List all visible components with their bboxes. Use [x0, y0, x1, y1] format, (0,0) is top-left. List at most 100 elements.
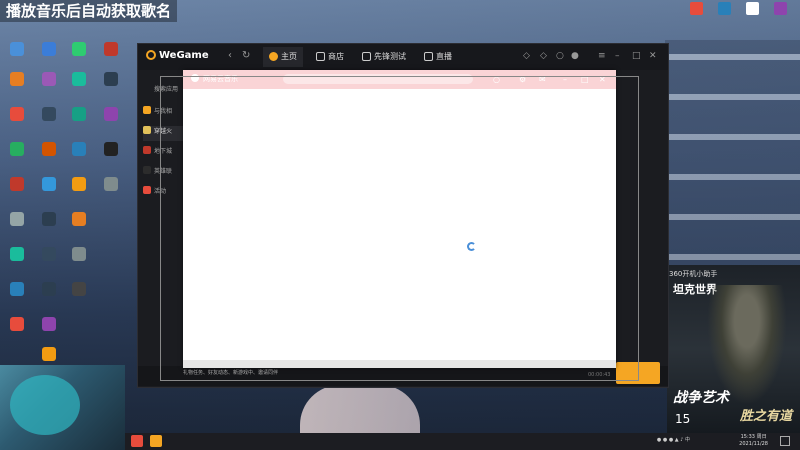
maximize-icon[interactable]: □ — [581, 70, 589, 89]
system-tray[interactable]: ● ● ● ▲ ♪ 中 — [657, 436, 690, 443]
clock-date: 2021/11/28 — [739, 441, 768, 447]
desktop-icon[interactable] — [66, 72, 92, 88]
start-game-button[interactable] — [616, 362, 660, 384]
tab-label: 直播 — [436, 52, 452, 61]
desktop-icon[interactable] — [66, 107, 92, 123]
ad-title: 战争艺术 — [673, 390, 729, 406]
refresh-icon[interactable]: ↻ — [242, 50, 250, 61]
desktop-icon[interactable] — [718, 2, 731, 15]
desktop-icons — [0, 22, 130, 362]
desktop-icon[interactable] — [4, 142, 30, 158]
mail-icon[interactable]: ✉ — [539, 70, 546, 89]
wallpaper-building — [665, 40, 800, 270]
desktop-icon[interactable] — [66, 142, 92, 158]
ad-popup[interactable]: 360开机小助手 坦克世界 战争艺术 15 胜之有道 — [667, 265, 800, 433]
desktop-icon[interactable] — [36, 142, 62, 158]
app-icon — [143, 146, 151, 154]
desktop-icon[interactable] — [36, 282, 62, 298]
tab-store[interactable]: 商店 — [310, 47, 350, 67]
sidebar-item[interactable]: 英雄联 — [143, 166, 183, 181]
desktop-icon[interactable] — [774, 2, 787, 15]
desktop-icon[interactable] — [36, 177, 62, 193]
sidebar-item[interactable]: 活动 — [143, 186, 183, 201]
user-icon[interactable]: ○ — [556, 51, 564, 61]
desktop-icon[interactable] — [36, 42, 62, 58]
desktop-icon[interactable] — [36, 212, 62, 228]
wegame-status-text: 礼物任务、好友动态、新游戏中、邀请同伴 — [183, 368, 616, 378]
tab-beta[interactable]: 先锋测试 — [356, 47, 412, 67]
desktop-icon[interactable] — [98, 72, 124, 88]
music-app-title: 网易云音乐 — [203, 75, 238, 83]
settings-icon[interactable]: ⚙ — [519, 70, 526, 89]
desktop-icon[interactable] — [4, 177, 30, 193]
desktop-icon[interactable] — [98, 107, 124, 123]
sidebar-item[interactable]: 穿越火 — [143, 126, 183, 141]
avatar[interactable]: ● — [571, 51, 579, 61]
tab-label: 先锋测试 — [374, 52, 406, 61]
sidebar-item-label: 搜索应用 — [154, 86, 179, 93]
app-icon — [143, 186, 151, 194]
desktop-icon[interactable] — [98, 177, 124, 193]
desktop-icon[interactable] — [66, 247, 92, 263]
user-icon[interactable]: ○ — [493, 70, 500, 89]
taskbar-app-icon[interactable] — [131, 435, 143, 447]
desktop-icon[interactable] — [36, 347, 62, 363]
wegame-logo-icon — [146, 50, 156, 60]
desktop-icon[interactable] — [4, 107, 30, 123]
close-icon[interactable]: ✕ — [649, 51, 657, 61]
sidebar-item-label: 地下城 — [154, 148, 173, 155]
sidebar-search[interactable]: 搜索应用 — [143, 84, 183, 99]
desktop-icon[interactable] — [4, 317, 30, 333]
desktop-icon[interactable] — [746, 2, 759, 15]
gift-icon[interactable]: ◇ — [523, 51, 530, 61]
live-icon — [424, 52, 433, 61]
desktop-icon[interactable] — [98, 42, 124, 58]
desktop-icon[interactable] — [4, 247, 30, 263]
desktop-icon[interactable] — [66, 42, 92, 58]
sidebar-item[interactable]: 地下城 — [143, 146, 183, 161]
tab-label: 主页 — [281, 52, 297, 61]
desktop-icon[interactable] — [66, 177, 92, 193]
desktop-icon[interactable] — [4, 282, 30, 298]
minimize-icon[interactable]: – — [615, 51, 620, 61]
desktop-icon[interactable] — [36, 247, 62, 263]
desktop-icon[interactable] — [66, 212, 92, 228]
desktop-icon[interactable] — [4, 42, 30, 58]
tab-live[interactable]: 直播 — [418, 47, 458, 67]
wegame-titlebar[interactable]: WeGame ‹ ↻ 主页 商店 先锋测试 直播 ◇ ◇ ○ ● ≡ – □ ✕ — [138, 44, 668, 70]
desktop-icon[interactable] — [66, 282, 92, 298]
music-search-input[interactable] — [283, 74, 473, 84]
home-icon — [269, 52, 278, 61]
sidebar-item-label: 与我相 — [154, 108, 173, 115]
desktop-icon[interactable] — [98, 142, 124, 158]
taskbar-wegame-icon[interactable] — [150, 435, 162, 447]
music-header[interactable]: 网易云音乐 ○ ⚙ ✉ – □ ✕ — [183, 70, 616, 89]
ad-number: 15 — [675, 412, 691, 426]
tab-home[interactable]: 主页 — [263, 47, 303, 67]
beta-icon — [362, 52, 371, 61]
wegame-sidebar: 搜索应用 与我相 穿越火 地下城 英雄联 活动 — [143, 74, 183, 374]
taskbar-clock[interactable]: 15:33 周日 2021/11/28 — [739, 434, 768, 448]
sidebar-item-label: 英雄联 — [154, 168, 173, 175]
ad-subtitle: 胜之有道 — [739, 409, 792, 424]
desktop-icon[interactable] — [36, 317, 62, 333]
wegame-logo-text: WeGame — [159, 50, 209, 61]
desktop-icon[interactable] — [4, 212, 30, 228]
back-icon[interactable]: ‹ — [228, 50, 232, 61]
desktop-icon[interactable] — [4, 72, 30, 88]
sidebar-item[interactable]: 与我相 — [143, 106, 183, 121]
desktop-icon[interactable] — [690, 2, 703, 15]
notification-icon[interactable] — [780, 436, 790, 446]
netease-logo-icon — [191, 74, 199, 82]
netease-music-window[interactable]: 网易云音乐 ○ ⚙ ✉ – □ ✕ — [183, 70, 616, 368]
desktop-icon[interactable] — [36, 107, 62, 123]
taskbar: ● ● ● ▲ ♪ 中 15:33 周日 2021/11/28 — [125, 433, 800, 450]
bag-icon[interactable]: ◇ — [540, 51, 547, 61]
minimize-icon[interactable]: – — [563, 70, 567, 89]
close-icon[interactable]: ✕ — [599, 70, 606, 89]
maximize-icon[interactable]: □ — [632, 51, 641, 61]
menu-icon[interactable]: ≡ — [598, 51, 606, 61]
desktop-tray-icons — [680, 0, 800, 22]
desktop-icon[interactable] — [36, 72, 62, 88]
webcam-overlay — [0, 365, 125, 450]
